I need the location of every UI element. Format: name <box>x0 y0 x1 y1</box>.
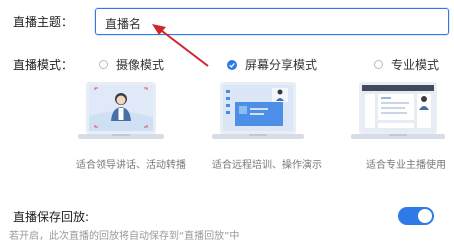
screen-share-mode-illustration[interactable] <box>212 80 304 146</box>
live-mode-label: 直播模式： <box>13 58 74 72</box>
save-replay-toggle[interactable] <box>398 207 434 225</box>
radio-camera-mode-label: 摄像模式 <box>116 58 165 72</box>
radio-camera-mode[interactable]: 摄像模式 <box>99 56 164 73</box>
camera-mode-illustration[interactable] <box>78 80 164 146</box>
radio-pro-mode[interactable]: 专业模式 <box>374 56 439 73</box>
radio-screen-share-mode[interactable]: 屏幕分享模式 <box>227 56 317 73</box>
radio-unchecked-icon <box>374 60 383 69</box>
radio-checked-icon <box>227 59 237 70</box>
radio-unchecked-icon <box>99 60 108 69</box>
pro-mode-caption: 适合专业主播使用 <box>366 160 446 171</box>
screen-share-mode-caption: 适合远程培训、操作演示 <box>212 160 322 171</box>
pro-mode-illustration[interactable] <box>351 80 445 146</box>
save-replay-hint: 若开启，此次直播的回放将自动保存到“直播回放”中 <box>9 231 240 242</box>
live-topic-label: 直播主题： <box>13 15 74 29</box>
camera-mode-caption: 适合领导讲话、活动转播 <box>76 160 186 171</box>
toggle-knob <box>418 209 432 223</box>
radio-screen-share-mode-label: 屏幕分享模式 <box>245 58 318 72</box>
save-replay-label: 直播保存回放: <box>13 210 90 224</box>
live-topic-input[interactable]: 直播名 <box>95 8 449 35</box>
radio-pro-mode-label: 专业模式 <box>391 58 440 72</box>
